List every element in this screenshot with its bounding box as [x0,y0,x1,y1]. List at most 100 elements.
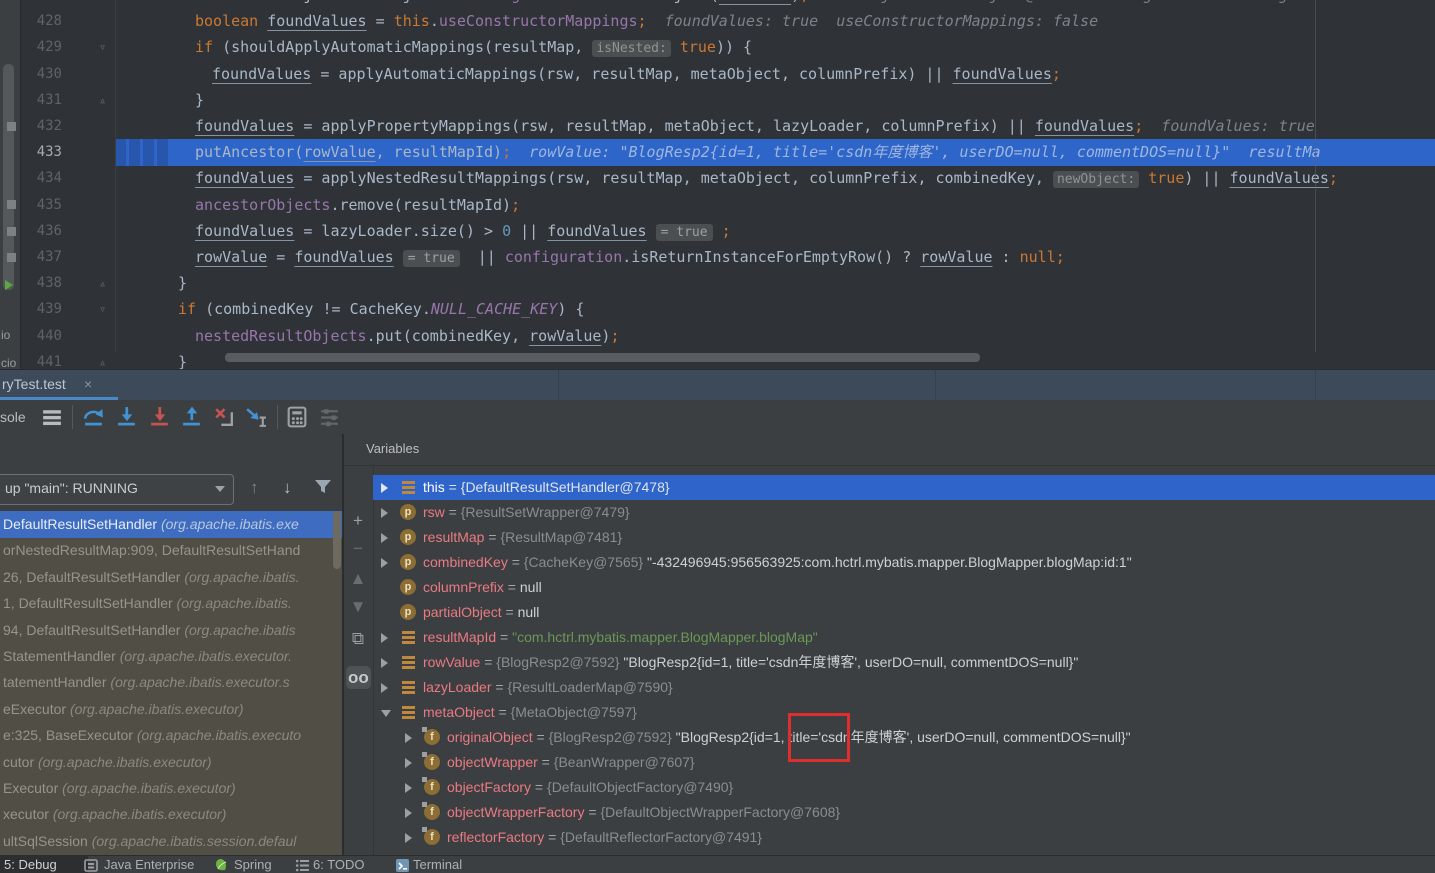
code-line-437[interactable]: 437 rowValue = foundValues = true || conf… [0,244,1435,271]
variable-row[interactable]: p partialObject = null [373,600,1435,625]
line-number[interactable]: 435 [20,192,62,219]
variable-row[interactable]: resultMapId = "com.hctrl.mybatis.mapper.… [373,625,1435,650]
thread-dropdown[interactable]: up "main": RUNNING [0,474,234,505]
chevron-collapsed-icon[interactable] [405,833,412,843]
variable-row[interactable]: f objectWrapper = {BeanWrapper@7607} [373,750,1435,775]
editor-hscrollbar[interactable] [225,353,980,362]
statusbar-tab-terminal[interactable]: Terminal [395,856,467,873]
code-line-433[interactable]: 433 putAncestor(rowValue, resultMapId); r… [0,139,1435,167]
line-number[interactable]: 436 [20,218,62,245]
stack-frame-row[interactable]: eExecutor (org.apache.ibatis.executor) [0,696,342,723]
layout-settings-icon[interactable] [318,405,342,429]
line-number[interactable]: 440 [20,323,62,350]
variable-row[interactable]: f objectWrapperFactory = {DefaultObjectWr… [373,800,1435,825]
line-number[interactable]: 434 [20,165,62,192]
code-editor[interactable]: 427final MetaObject metaObject = configu… [0,0,1435,369]
code-line-429[interactable]: 429 ▿ if (shouldApplyAutomaticMappings(res… [0,34,1435,61]
code-line-438[interactable]: 438 ▵} [0,270,1435,297]
stack-frame-row[interactable]: 94, DefaultResultSetHandler (org.apache.… [0,617,342,644]
stack-frame-row[interactable]: tatementHandler (org.apache.ibatis.execu… [0,669,342,696]
fold-marker-icon[interactable]: ▵ [99,349,106,369]
drop-frame-icon[interactable] [212,405,236,429]
evaluate-expression-icon[interactable] [285,405,309,429]
tab-test[interactable]: ryTest.test × [0,370,118,401]
chevron-collapsed-icon[interactable] [381,658,388,668]
line-number[interactable]: 431 [20,87,62,114]
chevron-collapsed-icon[interactable] [381,558,388,568]
stack-frame-row[interactable]: xecutor (org.apache.ibatis.executor) [0,801,342,828]
code-line-440[interactable]: 440 nestedResultObjects.put(combinedKey, … [0,323,1435,350]
prev-frame-button[interactable]: ↑ [250,478,259,498]
chevron-collapsed-icon[interactable] [405,758,412,768]
next-frame-button[interactable]: ↓ [283,478,292,498]
chevron-collapsed-icon[interactable] [381,533,388,543]
line-number[interactable]: 429 [20,34,62,61]
step-into-icon[interactable] [115,405,139,429]
stack-frame-row[interactable]: Executor (org.apache.ibatis.executor) [0,775,342,802]
run-to-cursor-icon[interactable] [244,405,268,429]
code-line-439[interactable]: 439 ▿ if (combinedKey != CacheKey.NULL_CAC… [0,296,1435,323]
step-over-icon[interactable] [82,405,106,429]
line-number[interactable]: 433 [20,139,62,166]
code-line-428[interactable]: 428 boolean foundValues = this.useConstru… [0,8,1435,35]
fold-marker-icon[interactable]: ▿ [99,296,106,323]
code-line-432[interactable]: 432 foundValues = applyPropertyMappings(r… [0,113,1435,140]
step-out-icon[interactable] [180,405,204,429]
code-line-430[interactable]: 430 foundValues = applyAutomaticMappings(… [0,61,1435,88]
chevron-collapsed-icon[interactable] [405,783,412,793]
chevron-collapsed-icon[interactable] [381,483,388,493]
stack-frame-row[interactable]: e:325, BaseExecutor (org.apache.ibatis.e… [0,722,342,749]
chevron-collapsed-icon[interactable] [381,683,388,693]
show-watches-icon[interactable]: oo [348,668,369,688]
line-number[interactable]: 428 [20,8,62,35]
stack-frame-row[interactable]: 1, DefaultResultSetHandler (org.apache.i… [0,590,342,617]
stack-frame-row[interactable]: ultSqlSession (org.apache.ibatis.session… [0,828,342,855]
chevron-collapsed-icon[interactable] [405,733,412,743]
line-number[interactable]: 438 [20,270,62,297]
line-number[interactable]: 437 [20,244,62,271]
variable-row[interactable]: p resultMap = {ResultMap@7481} [373,525,1435,550]
variable-row[interactable]: f originalObject = {BlogResp2@7592} "Blog… [373,725,1435,750]
line-number[interactable]: 441 [20,349,62,369]
duplicate-icon[interactable]: ⧉ [348,629,368,649]
stack-frame-row[interactable]: 26, DefaultResultSetHandler (org.apache.… [0,564,342,591]
filter-frames-icon[interactable] [314,479,332,500]
code-line-431[interactable]: 431 ▵} [0,87,1435,114]
chevron-collapsed-icon[interactable] [405,808,412,818]
code-line-435[interactable]: 435 ancestorObjects.remove(resultMapId); [0,192,1435,219]
chevron-collapsed-icon[interactable] [381,633,388,643]
variable-row[interactable]: p combinedKey = {CacheKey@7565} "-4324969… [373,550,1435,575]
fold-marker-icon[interactable]: ▿ [99,34,106,61]
stack-frame-row[interactable]: DefaultResultSetHandler (org.apache.ibat… [0,511,342,538]
variable-row[interactable]: f reflectorFactory = {DefaultReflectorFac… [373,825,1435,850]
frames-scrollbar[interactable] [333,511,341,569]
statusbar-tab----todo[interactable]: 6: TODO [295,856,365,873]
chevron-expanded-icon[interactable] [381,710,391,717]
statusbar-tab-java-enterprise[interactable]: Java Enterprise [84,856,204,873]
hamburger-icon[interactable] [40,405,64,429]
variable-row[interactable]: lazyLoader = {ResultLoaderMap@7590} [373,675,1435,700]
move-down-icon[interactable]: ▼ [348,597,368,617]
force-step-into-icon[interactable] [148,405,172,429]
add-watch-icon[interactable]: + [348,511,368,531]
stack-frame-row[interactable]: orNestedResultMap:909, DefaultResultSetH… [0,537,342,564]
stack-frame-row[interactable]: cutor (org.apache.ibatis.executor) [0,749,342,776]
variable-row[interactable]: rowValue = {BlogResp2@7592} "BlogResp2{i… [373,650,1435,675]
statusbar-tab----debug[interactable]: 5: Debug [0,856,88,873]
variable-row[interactable]: metaObject = {MetaObject@7597} [373,700,1435,725]
line-number[interactable]: 430 [20,61,62,88]
variable-row[interactable]: p rsw = {ResultSetWrapper@7479} [373,500,1435,525]
close-icon[interactable]: × [84,376,92,392]
variable-row[interactable]: this = {DefaultResultSetHandler@7478} [373,475,1435,500]
console-tab-label[interactable]: sole [0,409,26,425]
stack-frame-row[interactable]: StatementHandler (org.apache.ibatis.exec… [0,643,342,670]
line-number[interactable]: 432 [20,113,62,140]
variable-row[interactable]: p columnPrefix = null [373,575,1435,600]
chevron-collapsed-icon[interactable] [381,508,388,518]
variable-row[interactable]: f objectFactory = {DefaultObjectFactory@7… [373,775,1435,800]
code-line-436[interactable]: 436 foundValues = lazyLoader.size() > 0 |… [0,218,1435,245]
fold-marker-icon[interactable]: ▵ [99,270,106,297]
code-line-434[interactable]: 434 foundValues = applyNestedResultMappin… [0,165,1435,192]
remove-watch-icon[interactable]: − [348,539,368,559]
statusbar-tab-spring[interactable]: Spring [214,856,276,873]
